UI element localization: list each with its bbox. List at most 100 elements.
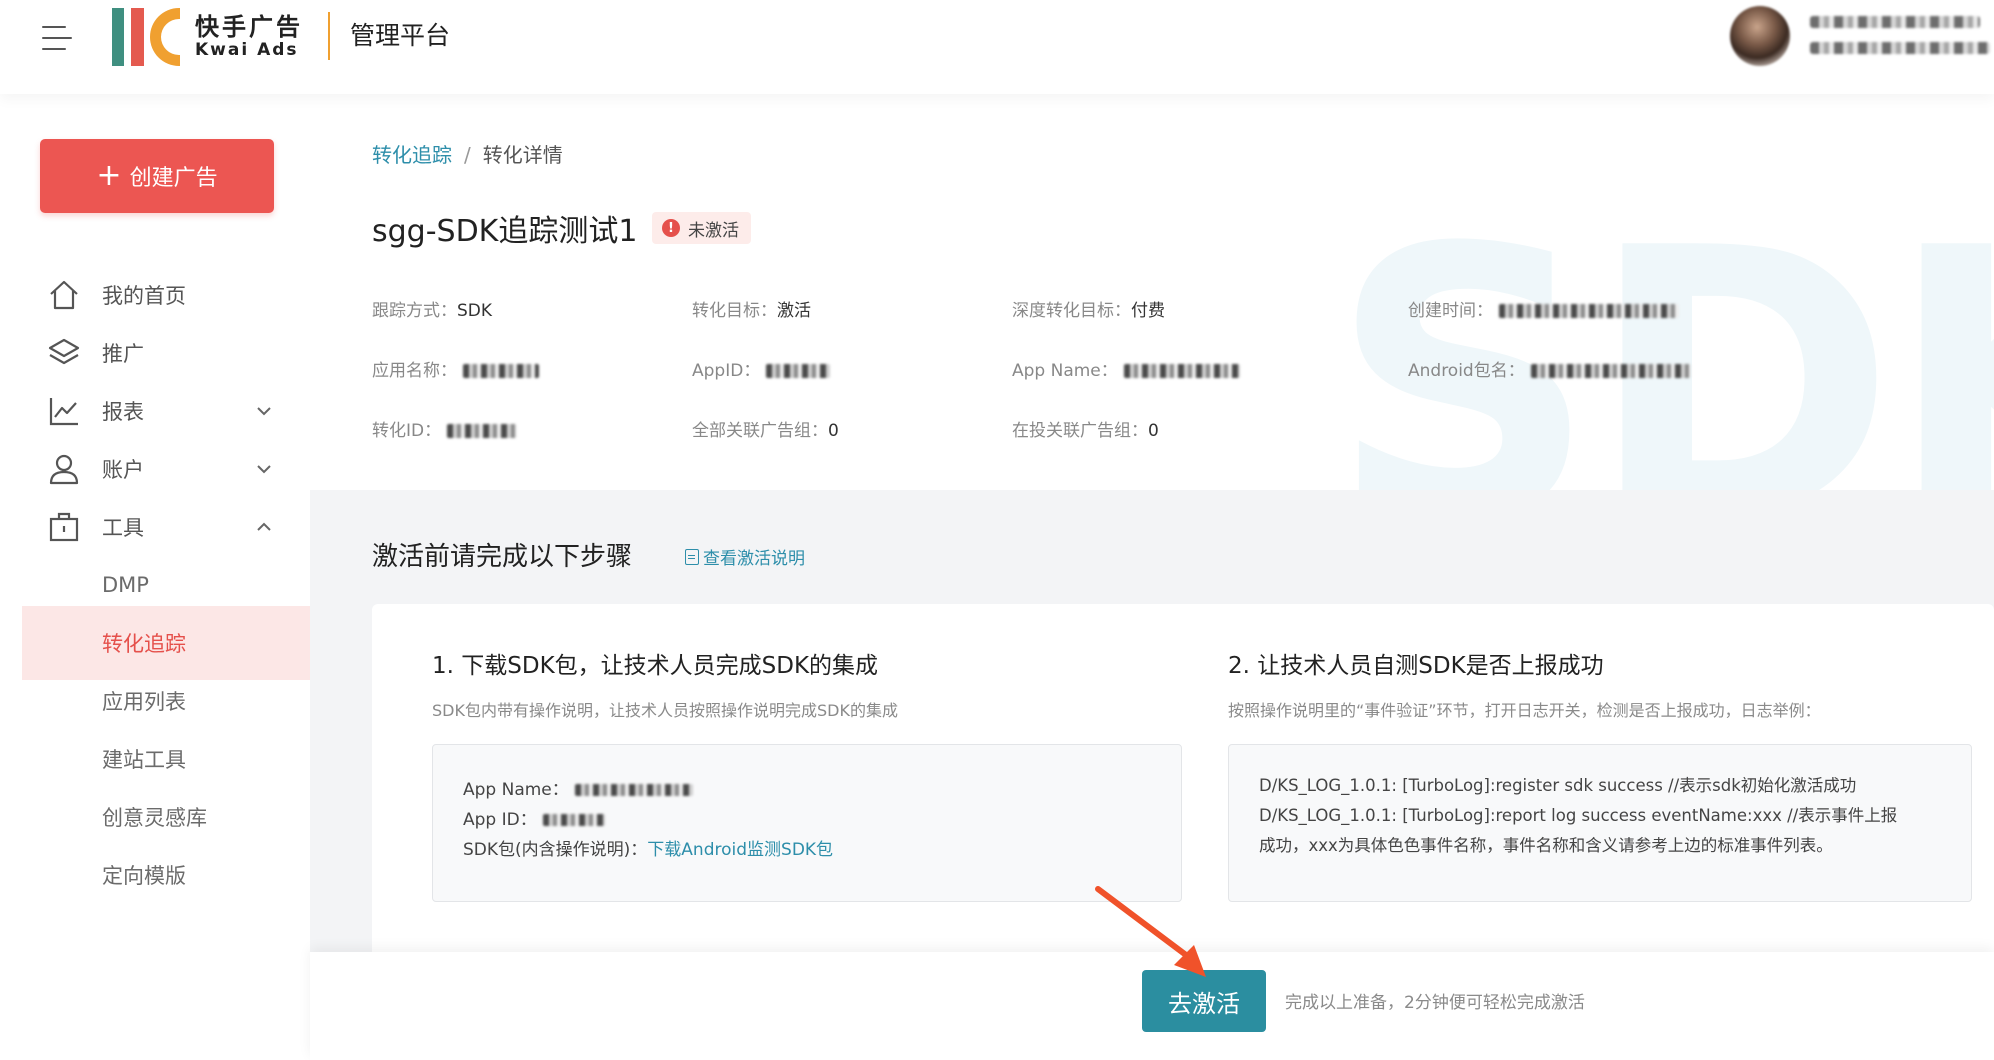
sidebar-item-label: 推广 <box>102 342 144 366</box>
android-package-field: Android包名： <box>1408 356 1691 381</box>
home-icon <box>50 280 78 310</box>
conversion-goal-key: 转化目标： <box>692 301 777 321</box>
all-ad-groups-key: 全部关联广告组： <box>692 421 828 441</box>
step1-app-name-label: App Name： <box>463 780 569 800</box>
redacted-android-package <box>1530 364 1691 378</box>
top-header: 快手广告 Kwai Ads 管理平台 <box>0 0 1994 94</box>
view-activation-guide-label: 查看激活说明 <box>703 549 805 569</box>
step1-app-id-label: App ID： <box>463 810 537 830</box>
appid-field: AppID： <box>692 356 831 381</box>
status-text: 未激活 <box>688 220 739 241</box>
all-ad-groups-field: 全部关联广告组：0 <box>692 416 839 441</box>
created-time-field: 创建时间： <box>1408 296 1679 321</box>
hamburger-menu-icon[interactable] <box>42 20 76 54</box>
step1-app-name-line: App Name： <box>463 775 1151 805</box>
plus-icon: + <box>96 158 122 193</box>
sidebar-subitem-targeting-template[interactable]: 定向模版 <box>22 838 310 912</box>
active-ad-groups-field: 在投关联广告组：0 <box>1012 416 1159 441</box>
deep-conversion-goal-value: 付费 <box>1131 301 1165 321</box>
breadcrumb: 转化追踪 / 转化详情 <box>372 139 563 168</box>
app-name-field: 应用名称： <box>372 356 539 381</box>
all-ad-groups-value: 0 <box>828 421 839 441</box>
logo-en-text: Kwai Ads <box>195 40 299 60</box>
step1-sdk-line: SDK包(内含操作说明)：下载Android监测SDK包 <box>463 835 1151 865</box>
info-row-3: 转化ID： 全部关联广告组：0 在投关联广告组：0 <box>372 416 1972 441</box>
sdk-watermark: SDK <box>1330 171 1994 490</box>
tracking-method-value: SDK <box>457 301 493 321</box>
platform-title: 管理平台 <box>350 21 451 50</box>
chart-line-icon <box>49 398 78 426</box>
breadcrumb-current: 转化详情 <box>482 143 563 167</box>
layers-icon <box>48 338 80 365</box>
app-name-en-field: App Name： <box>1012 356 1240 381</box>
step1-sdk-label: SDK包(内含操作说明)： <box>463 840 648 860</box>
tracking-method-field: 跟踪方式：SDK <box>372 296 492 321</box>
footer-hint-text: 完成以上准备，2分钟便可轻松完成激活 <box>1285 993 1585 1013</box>
step1-description: SDK包内带有操作说明，让技术人员按照操作说明完成SDK的集成 <box>432 701 898 720</box>
page-title: sgg-SDK追踪测试1 <box>372 214 638 249</box>
log-line-3: 成功，xxx为具体色色事件名称，事件名称和含义请参考上边的标准事件列表。 <box>1259 836 1833 855</box>
app-name-key: 应用名称： <box>372 361 457 381</box>
log-line-2: D/KS_LOG_1.0.1: [TurboLog]:report log su… <box>1259 806 1898 825</box>
app-name-en-key: App Name： <box>1012 361 1118 381</box>
logo-cn-text: 快手广告 <box>195 13 303 41</box>
user-account-info[interactable] <box>1810 12 1990 54</box>
step2-title: 2. 让技术人员自测SDK是否上报成功 <box>1228 653 1604 679</box>
sidebar-item-label: 工具 <box>102 516 144 540</box>
chevron-down-icon <box>257 465 271 474</box>
annotation-arrow-icon <box>1095 886 1206 977</box>
sidebar: + 创建广告 我的首页 推广 报表 账户 工具 DMP 转化追踪 应用列表 建站… <box>22 94 310 1060</box>
steps-section-title: 激活前请完成以下步骤 <box>372 542 633 572</box>
conversion-id-key: 转化ID： <box>372 421 442 441</box>
redacted-created-time <box>1499 304 1679 318</box>
android-package-key: Android包名： <box>1408 361 1525 381</box>
create-ad-label: 创建广告 <box>129 166 218 191</box>
info-row-2: 应用名称： AppID： App Name： Android包名： <box>372 356 1972 381</box>
conversion-id-field: 转化ID： <box>372 416 518 441</box>
logo-mark-icon <box>110 8 185 66</box>
step2-description: 按照操作说明里的“事件验证”环节，打开日志开关，检测是否上报成功，日志举例： <box>1228 701 1821 720</box>
deep-conversion-goal-field: 深度转化目标：付费 <box>1012 296 1165 321</box>
chevron-up-icon <box>257 522 271 531</box>
sidebar-subitem-label: 定向模版 <box>102 864 186 888</box>
create-ad-button[interactable]: + 创建广告 <box>40 139 274 213</box>
conversion-goal-field: 转化目标：激活 <box>692 296 811 321</box>
redacted-step1-app-name <box>574 784 693 796</box>
logo-divider <box>328 12 330 60</box>
status-badge: ! 未激活 <box>652 212 751 244</box>
step1-title: 1. 下载SDK包，让技术人员完成SDK的集成 <box>432 653 879 679</box>
redacted-app-name-en <box>1123 364 1240 378</box>
active-ad-groups-value: 0 <box>1148 421 1159 441</box>
redacted-appid <box>766 364 831 378</box>
deep-conversion-goal-key: 深度转化目标： <box>1012 301 1131 321</box>
alert-icon: ! <box>662 219 680 237</box>
toolbox-icon <box>49 512 79 542</box>
sidebar-subitem-label: 应用列表 <box>102 690 186 714</box>
detail-card: SDK 转化追踪 / 转化详情 sgg-SDK追踪测试1 ! 未激活 跟踪方式：SD… <box>310 94 1994 490</box>
log-line-1: D/KS_LOG_1.0.1: [TurboLog]:register sdk … <box>1259 776 1857 795</box>
user-icon <box>49 454 79 485</box>
active-ad-groups-key: 在投关联广告组： <box>1012 421 1148 441</box>
sidebar-subitem-label: DMP <box>102 573 149 597</box>
redacted-conversion-id <box>447 424 518 438</box>
info-row-1: 跟踪方式：SDK 转化目标：激活 深度转化目标：付费 创建时间： <box>372 296 1972 321</box>
view-activation-guide-link[interactable]: 查看激活说明 <box>685 544 805 569</box>
sidebar-subitem-label: 转化追踪 <box>102 632 186 656</box>
download-android-sdk-link[interactable]: 下载Android监测SDK包 <box>647 840 833 860</box>
sidebar-item-label: 我的首页 <box>102 284 186 308</box>
sidebar-subitem-label: 创意灵感库 <box>102 806 207 830</box>
breadcrumb-separator: / <box>464 143 471 167</box>
sidebar-item-label: 报表 <box>102 400 144 424</box>
redacted-step1-app-id <box>542 814 605 826</box>
redacted-app-name <box>463 364 539 378</box>
sidebar-item-label: 账户 <box>102 458 144 482</box>
avatar[interactable] <box>1730 6 1790 66</box>
step2-log-box: D/KS_LOG_1.0.1: [TurboLog]:register sdk … <box>1228 744 1972 902</box>
step1-app-id-line: App ID： <box>463 805 1151 835</box>
sidebar-subitem-label: 建站工具 <box>102 748 186 772</box>
document-icon <box>685 548 699 565</box>
created-time-key: 创建时间： <box>1408 301 1493 321</box>
kwai-ads-logo[interactable]: 快手广告 Kwai Ads <box>110 8 303 66</box>
breadcrumb-conversion-tracking-link[interactable]: 转化追踪 <box>372 143 452 167</box>
chevron-down-icon <box>257 407 271 416</box>
